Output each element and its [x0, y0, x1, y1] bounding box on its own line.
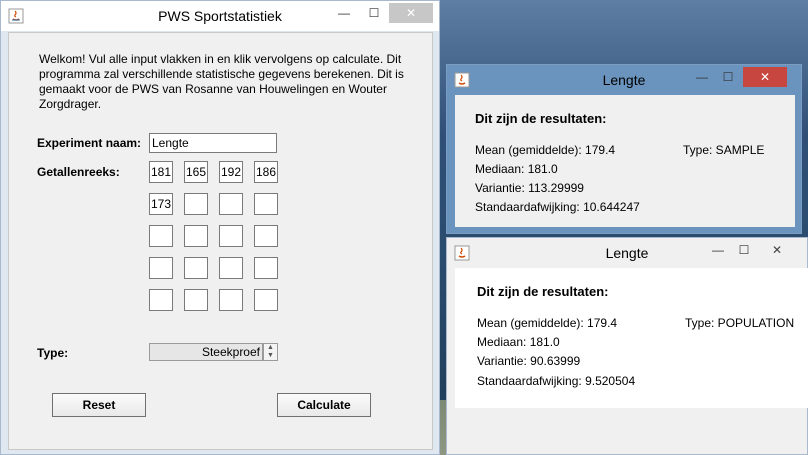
result-window-population: Lengte — ☐ ✕ Dit zijn de resultaten: Mea…: [446, 237, 808, 455]
series-value-input[interactable]: 181: [149, 161, 173, 183]
type-value: Type: SAMPLE: [683, 143, 765, 157]
main-content: Welkom! Vul alle input vlakken in en kli…: [8, 32, 433, 450]
mean-value: Mean (gemiddelde): 179.4: [477, 316, 618, 330]
reset-button[interactable]: Reset: [52, 393, 146, 417]
results-heading: Dit zijn de resultaten:: [477, 284, 609, 299]
series-value-input[interactable]: [184, 257, 208, 279]
main-titlebar[interactable]: PWS Sportstatistiek — ☐ ✕: [1, 1, 439, 31]
mean-value: Mean (gemiddelde): 179.4: [475, 143, 616, 157]
close-button[interactable]: ✕: [755, 240, 799, 260]
series-value-input[interactable]: [184, 225, 208, 247]
series-value-input[interactable]: [184, 289, 208, 311]
close-button[interactable]: ✕: [743, 67, 787, 87]
series-value-input[interactable]: [219, 193, 243, 215]
variance-value: Variantie: 113.29999: [475, 181, 584, 195]
series-value-input[interactable]: [254, 257, 278, 279]
type-spinner[interactable]: ▲ ▼: [263, 343, 278, 361]
minimize-button[interactable]: —: [331, 3, 357, 23]
maximize-button[interactable]: ☐: [361, 3, 387, 23]
series-value-input[interactable]: 192: [219, 161, 243, 183]
series-value-input[interactable]: [219, 257, 243, 279]
series-value-input[interactable]: [254, 225, 278, 247]
series-value-input[interactable]: 165: [184, 161, 208, 183]
result-titlebar[interactable]: Lengte — ☐ ✕: [447, 65, 801, 95]
result-content: Dit zijn de resultaten: Mean (gemiddelde…: [455, 95, 795, 227]
series-value-input[interactable]: [149, 289, 173, 311]
experiment-name-input[interactable]: Lengte: [149, 133, 277, 153]
type-value: Type: POPULATION: [685, 316, 795, 330]
close-button[interactable]: ✕: [389, 3, 433, 23]
stddev-value: Standaardafwijking: 9.520504: [477, 374, 636, 388]
minimize-button[interactable]: —: [705, 240, 731, 260]
type-select[interactable]: Steekproef: [149, 343, 263, 361]
result-window-sample: Lengte — ☐ ✕ Dit zijn de resultaten: Mea…: [446, 64, 802, 234]
variance-value: Variantie: 90.63999: [477, 354, 581, 368]
welcome-text: Welkom! Vul alle input vlakken in en kli…: [39, 52, 404, 111]
experiment-name-label: Experiment naam:: [37, 136, 142, 150]
series-value-input[interactable]: [219, 289, 243, 311]
series-value-input[interactable]: [219, 225, 243, 247]
calculate-button[interactable]: Calculate: [277, 393, 371, 417]
maximize-button[interactable]: ☐: [731, 240, 757, 260]
median-value: Mediaan: 181.0: [477, 335, 560, 349]
series-value-input[interactable]: [149, 225, 173, 247]
minimize-button[interactable]: —: [689, 67, 715, 87]
series-label: Getallenreeks:: [37, 165, 120, 179]
series-value-input[interactable]: [184, 193, 208, 215]
series-value-input[interactable]: [149, 257, 173, 279]
series-value-input[interactable]: 186: [254, 161, 278, 183]
result-titlebar[interactable]: Lengte — ☐ ✕: [447, 238, 807, 268]
type-label: Type:: [37, 346, 69, 360]
stddev-value: Standaardafwijking: 10.644247: [475, 200, 640, 214]
series-value-input[interactable]: [254, 193, 278, 215]
series-value-input[interactable]: [254, 289, 278, 311]
maximize-button[interactable]: ☐: [715, 67, 741, 87]
main-window: PWS Sportstatistiek — ☐ ✕ Welkom! Vul al…: [0, 0, 440, 455]
median-value: Mediaan: 181.0: [475, 162, 558, 176]
result-content: Dit zijn de resultaten: Mean (gemiddelde…: [455, 268, 808, 408]
results-heading: Dit zijn de resultaten:: [475, 111, 607, 126]
series-value-input[interactable]: 173: [149, 193, 173, 215]
